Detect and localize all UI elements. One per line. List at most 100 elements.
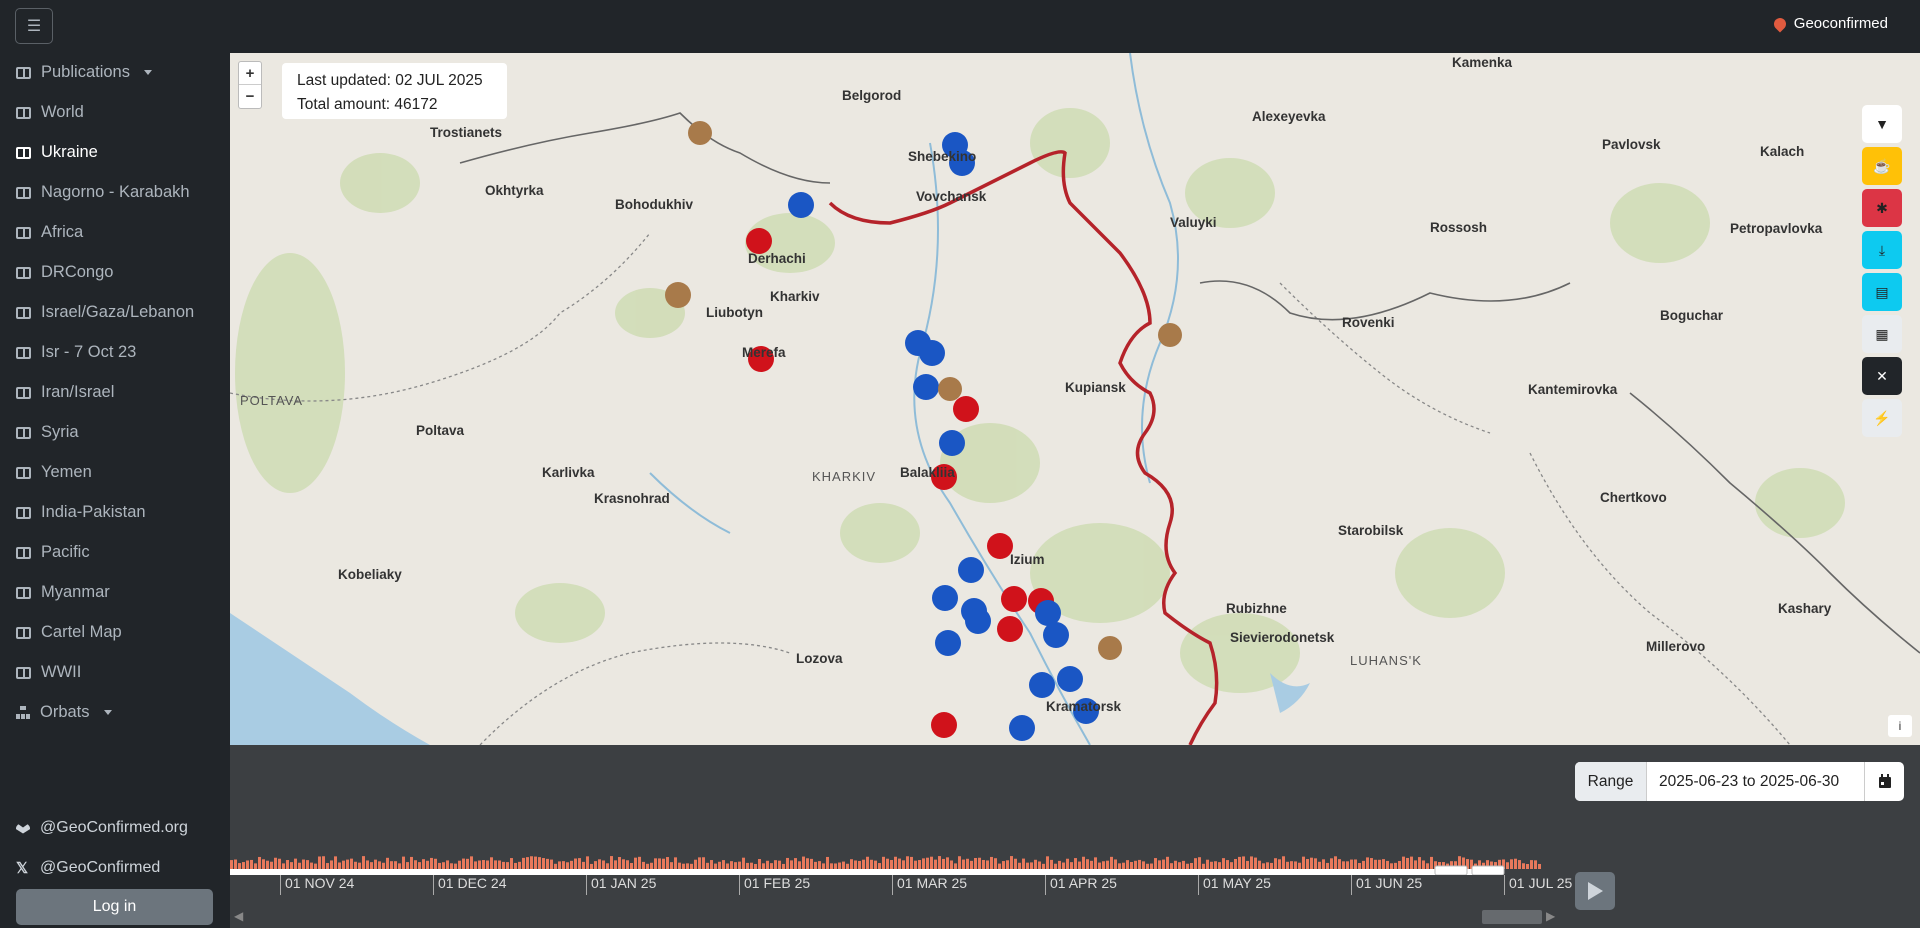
tools-icon[interactable]: ✕ bbox=[1862, 357, 1902, 395]
histogram-bar bbox=[610, 856, 613, 869]
histogram-bar bbox=[394, 861, 397, 869]
sidebar-item[interactable]: Nagorno - Karabakh bbox=[16, 183, 190, 202]
histogram-bar bbox=[386, 857, 389, 869]
histogram-bar bbox=[846, 863, 849, 869]
bug-icon[interactable]: ✱ bbox=[1862, 189, 1902, 227]
brand-link[interactable]: Geoconfirmed bbox=[1771, 15, 1888, 32]
filter-icon[interactable]: ▼ bbox=[1862, 105, 1902, 143]
histogram-bar bbox=[1238, 856, 1241, 869]
social-link[interactable]: @GeoConfirmed.org bbox=[16, 819, 188, 837]
sidebar-item[interactable]: Africa bbox=[16, 223, 83, 242]
histogram-bar bbox=[1414, 860, 1417, 869]
sidebar-item[interactable]: Ukraine bbox=[16, 143, 98, 162]
histogram-bar bbox=[442, 862, 445, 869]
range-value[interactable]: 2025-06-23 to 2025-06-30 bbox=[1647, 762, 1864, 801]
book-icon bbox=[16, 186, 31, 199]
histogram-bar bbox=[1382, 859, 1385, 869]
histogram-bar bbox=[1362, 860, 1365, 869]
histogram-bar bbox=[726, 863, 729, 869]
histogram-bar bbox=[302, 859, 305, 869]
city-label: Lozova bbox=[796, 651, 843, 666]
histogram-bar bbox=[582, 861, 585, 869]
histogram-bar bbox=[594, 861, 597, 869]
sidebar-item[interactable]: WWII bbox=[16, 663, 81, 682]
histogram-bar bbox=[1422, 860, 1425, 869]
histogram-bar bbox=[1242, 856, 1245, 869]
histogram-bar bbox=[834, 863, 837, 869]
histogram-bar bbox=[410, 856, 413, 869]
histogram-bar bbox=[1090, 860, 1093, 869]
histogram-bar bbox=[790, 860, 793, 869]
histogram-bar bbox=[242, 862, 245, 869]
play-button[interactable] bbox=[1575, 872, 1615, 910]
attribution-info-button[interactable]: i bbox=[1888, 715, 1912, 737]
city-label: Krasnohrad bbox=[594, 491, 670, 506]
sidebar-item[interactable]: DRCongo bbox=[16, 263, 113, 282]
histogram-bar bbox=[538, 857, 541, 869]
zoom-in-button[interactable]: + bbox=[239, 62, 261, 85]
hamburger-icon[interactable]: ☰ bbox=[15, 8, 53, 44]
sidebar-item[interactable]: Cartel Map bbox=[16, 623, 122, 642]
histogram-bar bbox=[562, 861, 565, 869]
sidebar-item-label: Publications bbox=[41, 63, 130, 81]
histogram-bar bbox=[818, 861, 821, 869]
coffee-icon[interactable]: ☕ bbox=[1862, 147, 1902, 185]
city-label: Kalach bbox=[1760, 144, 1805, 159]
timeline-tick-label: 01 JUL 25 bbox=[1504, 875, 1572, 895]
sidebar-item[interactable]: Iran/Israel bbox=[16, 383, 114, 402]
sidebar-item[interactable]: Publications bbox=[16, 63, 152, 82]
scrollbar-thumb[interactable] bbox=[1482, 910, 1542, 924]
scroll-right-icon[interactable]: ▶ bbox=[1546, 909, 1555, 923]
sidebar-item[interactable]: Israel/Gaza/Lebanon bbox=[16, 303, 194, 322]
sidebar-item[interactable]: Yemen bbox=[16, 463, 92, 482]
histogram-bar bbox=[1106, 860, 1109, 869]
sidebar-item-label: Israel/Gaza/Lebanon bbox=[41, 303, 195, 321]
histogram-bar bbox=[314, 863, 317, 869]
sidebar-item[interactable]: India-Pakistan bbox=[16, 503, 146, 522]
city-label: Rovenki bbox=[1342, 315, 1395, 330]
sidebar-item[interactable]: Orbats bbox=[16, 703, 112, 722]
social-link[interactable]: 𝕏 @GeoConfirmed bbox=[16, 859, 160, 877]
histogram-bar bbox=[666, 857, 669, 869]
login-button[interactable]: Log in bbox=[16, 889, 213, 925]
region-label: KHARKIV bbox=[812, 469, 877, 484]
zoom-out-button[interactable]: − bbox=[239, 85, 261, 108]
download-icon[interactable]: ⤓ bbox=[1862, 231, 1902, 269]
sidebar-item[interactable]: Isr - 7 Oct 23 bbox=[16, 343, 136, 362]
histogram-bar bbox=[1514, 858, 1517, 869]
map-icon[interactable]: ▦ bbox=[1862, 315, 1902, 353]
histogram-bar bbox=[534, 856, 537, 869]
histogram-bar bbox=[650, 862, 653, 869]
book-icon bbox=[16, 466, 31, 479]
histogram-bar bbox=[246, 860, 249, 869]
histogram-bar bbox=[1222, 858, 1225, 869]
histogram-bar bbox=[234, 859, 237, 869]
book-icon bbox=[16, 586, 31, 599]
histogram-bar bbox=[1098, 862, 1101, 869]
histogram-bar bbox=[922, 858, 925, 869]
histogram-bar bbox=[1430, 856, 1433, 869]
sidebar-item[interactable]: World bbox=[16, 103, 84, 122]
event-histogram[interactable] bbox=[230, 855, 1560, 875]
sidebar-item[interactable]: Pacific bbox=[16, 543, 90, 562]
date-range-picker[interactable]: Range 2025-06-23 to 2025-06-30 bbox=[1575, 762, 1904, 801]
scroll-left-icon[interactable]: ◀ bbox=[234, 909, 243, 923]
file-download-icon[interactable]: ▤ bbox=[1862, 273, 1902, 311]
map-view[interactable]: Belgorod Shebekino Okhtyrka Bohodukhiv D… bbox=[230, 53, 1920, 745]
histogram-bar bbox=[1022, 858, 1025, 869]
histogram-bar bbox=[986, 860, 989, 869]
histogram-bar bbox=[738, 861, 741, 869]
sidebar: Publications World Ukraine Nagorno - Karaba… bbox=[0, 53, 230, 928]
histogram-bar bbox=[606, 863, 609, 869]
bolt-icon[interactable]: ⚡ bbox=[1862, 399, 1902, 437]
timeline-scrollbar[interactable]: ◀ ▶ bbox=[230, 907, 1560, 925]
city-label: Kamenka bbox=[1452, 55, 1513, 70]
histogram-bar bbox=[1094, 857, 1097, 869]
calendar-icon[interactable] bbox=[1864, 762, 1904, 801]
play-icon bbox=[1587, 882, 1603, 900]
histogram-bar bbox=[326, 863, 329, 869]
sidebar-item[interactable]: Syria bbox=[16, 423, 79, 442]
histogram-bar bbox=[902, 860, 905, 869]
histogram-bar bbox=[1002, 861, 1005, 869]
sidebar-item[interactable]: Myanmar bbox=[16, 583, 110, 602]
